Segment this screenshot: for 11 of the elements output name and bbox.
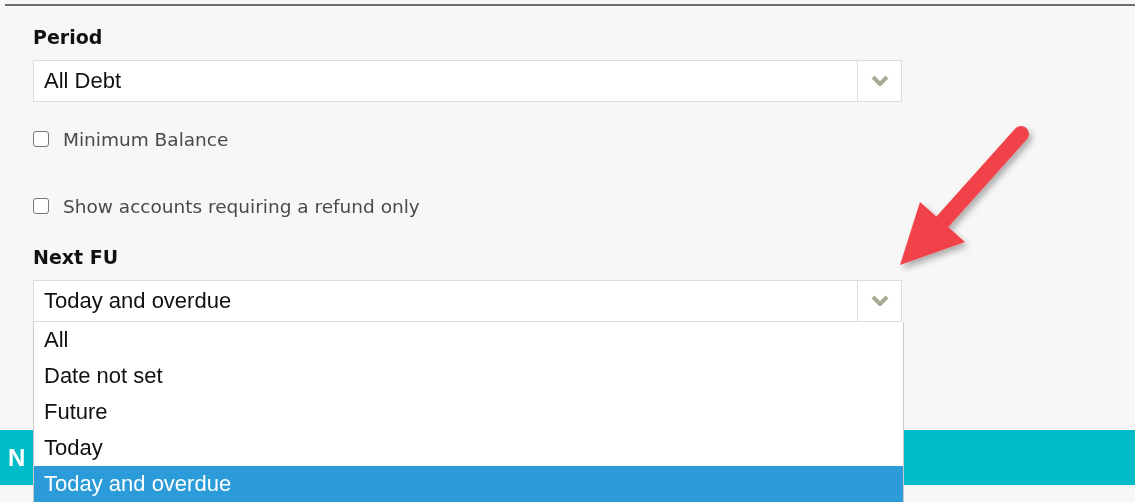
checkbox[interactable] xyxy=(33,198,49,214)
banner-text: N xyxy=(8,443,26,472)
dropdown-select[interactable]: All Debt xyxy=(33,60,902,102)
field-label: Period xyxy=(33,25,104,50)
field-label: Next FU xyxy=(33,245,120,270)
chevron-down-icon xyxy=(870,295,889,307)
chevron-down-icon xyxy=(870,75,889,87)
checkbox-label: Minimum Balance xyxy=(63,128,229,150)
checkbox-label: Show accounts requiring a refund only xyxy=(63,195,420,217)
checkbox[interactable] xyxy=(33,131,49,147)
dropdown-select[interactable]: Today and overdue xyxy=(33,280,902,322)
